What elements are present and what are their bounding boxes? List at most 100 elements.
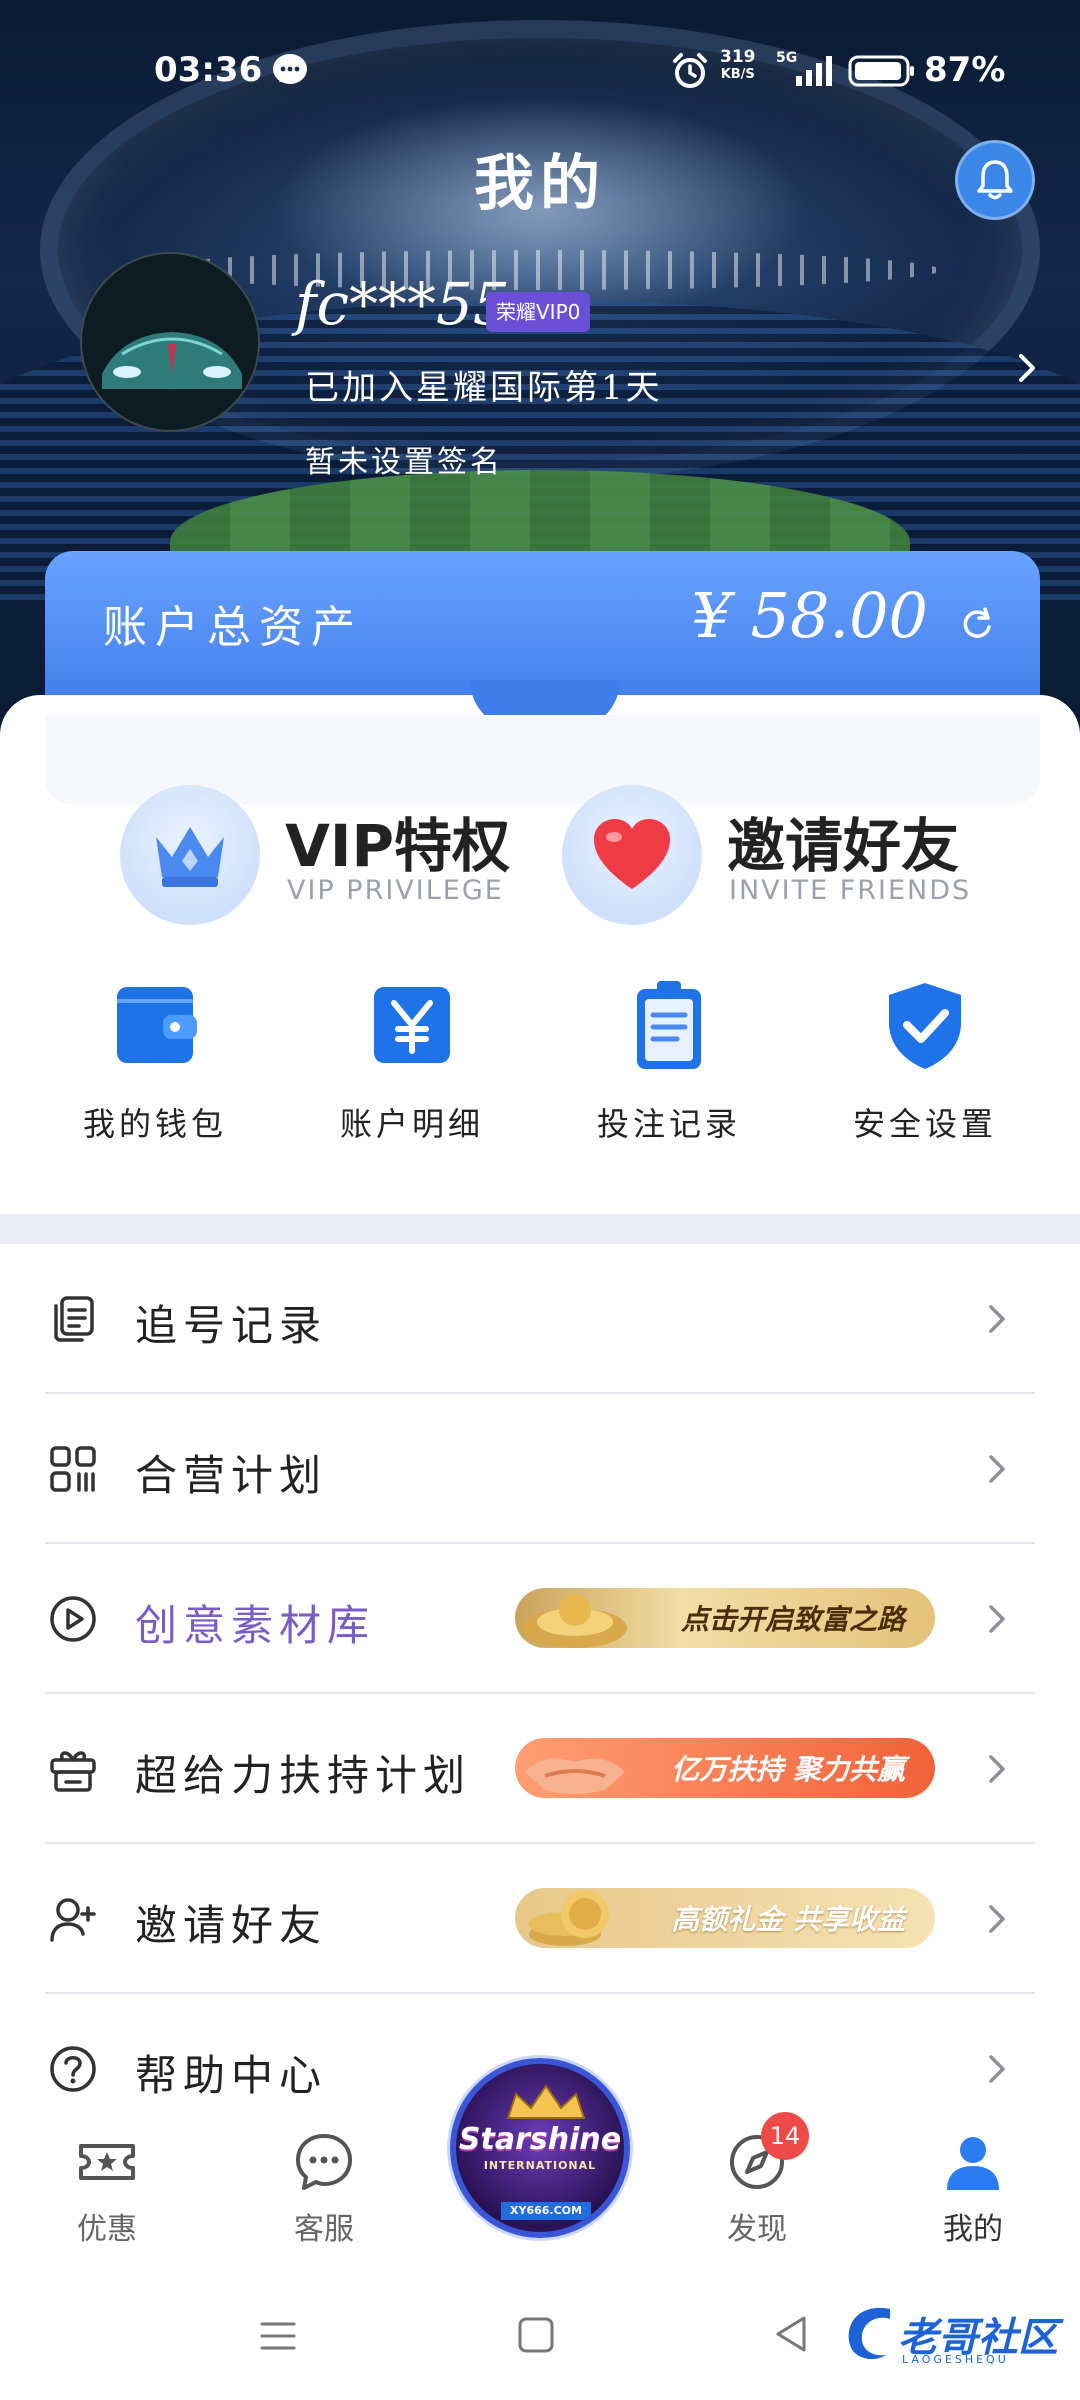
menu-item-invite-friends[interactable]: 邀请好友 高额礼金 共享收益 bbox=[0, 1844, 1080, 1994]
car-avatar-image bbox=[102, 332, 242, 389]
username: fc***55 bbox=[295, 270, 510, 338]
tab-label: 我的 bbox=[943, 2212, 1003, 2247]
heart-icon bbox=[594, 819, 670, 889]
vip-privilege-button[interactable]: VIP特权 VIP PRIVILEGE bbox=[120, 785, 520, 925]
tab-customer-service[interactable]: 客服 bbox=[244, 2130, 404, 2248]
refresh-icon[interactable] bbox=[957, 603, 997, 643]
menu-item-partnership-plan[interactable]: 合营计划 bbox=[0, 1394, 1080, 1544]
vip-privilege-title: VIP特权 bbox=[285, 812, 510, 880]
quick-action-label: 安全设置 bbox=[852, 1105, 997, 1143]
menu-item-creative-library[interactable]: 创意素材库 点击开启致富之路 bbox=[0, 1544, 1080, 1694]
wallet-icon bbox=[117, 987, 197, 1063]
signature-text: 暂未设置签名 bbox=[305, 445, 503, 480]
network-speed-value: 319 bbox=[720, 47, 756, 67]
promo-banner-support[interactable]: 亿万扶持 聚力共赢 bbox=[515, 1738, 935, 1798]
battery-icon bbox=[848, 55, 914, 87]
tab-promotions[interactable]: 优惠 bbox=[27, 2130, 187, 2248]
total-assets-value: ¥ 58.00 bbox=[691, 579, 928, 652]
joined-days-text: 已加入星耀国际第1天 bbox=[305, 368, 663, 408]
tab-mine[interactable]: 我的 bbox=[893, 2130, 1053, 2248]
clipboard-icon bbox=[637, 981, 701, 1069]
avatar[interactable] bbox=[80, 252, 260, 432]
shield-icon bbox=[889, 983, 961, 1069]
vip-badge: 荣耀VIP0 bbox=[486, 292, 591, 332]
invite-friends-button[interactable]: 邀请好友 INVITE FRIENDS bbox=[562, 785, 982, 925]
battery-percent: 87% bbox=[924, 50, 1006, 90]
network-speed-unit: KB/S bbox=[720, 67, 755, 82]
menu-item-chase-records[interactable]: 追号记录 bbox=[0, 1244, 1080, 1394]
help-icon bbox=[50, 2046, 96, 2092]
yen-icon bbox=[374, 987, 450, 1063]
quick-action-label: 投注记录 bbox=[596, 1105, 741, 1143]
invite-friends-subtitle: INVITE FRIENDS bbox=[729, 875, 972, 906]
brand-name: Starshine bbox=[458, 2122, 622, 2157]
menu-item-label: 创意素材库 bbox=[135, 1601, 376, 1650]
message-icon bbox=[273, 54, 307, 84]
quick-action-wallet[interactable]: 我的钱包 bbox=[55, 975, 255, 1145]
chevron-right-icon bbox=[989, 2055, 1005, 2083]
chat-bubble-icon bbox=[296, 2134, 352, 2190]
notification-button[interactable] bbox=[955, 140, 1035, 220]
quick-action-label: 我的钱包 bbox=[82, 1105, 227, 1143]
promo-banner-text: 亿万扶持 聚力共赢 bbox=[671, 1753, 905, 1786]
promo-banner-bonus[interactable]: 高额礼金 共享收益 bbox=[515, 1888, 935, 1948]
menu-icon[interactable] bbox=[258, 2316, 298, 2356]
total-assets-label: 账户总资产 bbox=[103, 602, 363, 653]
chevron-right-icon[interactable] bbox=[1015, 350, 1039, 386]
handshake-icon bbox=[525, 1758, 625, 1794]
vip-privilege-subtitle: VIP PRIVILEGE bbox=[287, 875, 504, 906]
page-title: 我的 bbox=[474, 149, 606, 219]
tab-label: 发现 bbox=[727, 2212, 787, 2247]
menu-item-support-plan[interactable]: 超给力扶持计划 亿万扶持 聚力共赢 bbox=[0, 1694, 1080, 1844]
promo-banner-text: 点击开启致富之路 bbox=[680, 1603, 905, 1636]
center-brand-button[interactable]: Starshine INTERNATIONAL XY666.COM bbox=[450, 2058, 630, 2238]
chevron-right-icon bbox=[989, 1905, 1005, 1933]
section-divider bbox=[0, 1214, 1080, 1244]
promo-banner-text: 高额礼金 共享收益 bbox=[671, 1903, 905, 1936]
dragon-icon bbox=[848, 2307, 890, 2360]
watermark-logo: 老哥社区 LAOGESHEQU bbox=[840, 2295, 1070, 2375]
home-icon[interactable] bbox=[517, 2316, 555, 2354]
crown-logo-icon bbox=[506, 2084, 586, 2119]
bell-icon bbox=[977, 160, 1013, 200]
heart-badge bbox=[562, 785, 702, 925]
menu-item-label: 超给力扶持计划 bbox=[135, 1751, 472, 1800]
menu-item-label: 追号记录 bbox=[135, 1301, 328, 1350]
invite-friends-title: 邀请好友 bbox=[727, 812, 960, 880]
crown-icon bbox=[156, 827, 224, 887]
gold-ingot-icon bbox=[523, 1594, 627, 1648]
status-bar: 03:36 319 KB/S 5G 87% bbox=[0, 40, 1080, 104]
status-time: 03:36 bbox=[154, 50, 263, 90]
gift-icon bbox=[50, 1751, 96, 1792]
quick-action-bet-records[interactable]: 投注记录 bbox=[569, 975, 769, 1145]
grid-icon bbox=[50, 1446, 96, 1492]
chevron-right-icon bbox=[989, 1305, 1005, 1333]
tab-label: 优惠 bbox=[77, 2212, 137, 2247]
network-speed: 319 KB/S bbox=[720, 48, 756, 84]
menu-item-label: 帮助中心 bbox=[135, 2051, 328, 2100]
vip-crown-badge bbox=[120, 785, 260, 925]
signal-icon bbox=[796, 56, 832, 86]
discover-badge: 14 bbox=[761, 2112, 809, 2160]
add-user-icon bbox=[50, 1898, 96, 1942]
quick-action-account-details[interactable]: 账户明细 bbox=[312, 975, 512, 1145]
brand-domain: XY666.COM bbox=[501, 2202, 591, 2220]
chevron-right-icon bbox=[989, 1755, 1005, 1783]
user-icon bbox=[947, 2137, 999, 2190]
chevron-right-icon bbox=[989, 1605, 1005, 1633]
stadium-lights bbox=[140, 250, 940, 290]
menu-item-label: 合营计划 bbox=[135, 1451, 328, 1500]
quick-action-security-settings[interactable]: 安全设置 bbox=[825, 975, 1025, 1145]
tab-discover[interactable]: 发现 bbox=[677, 2130, 837, 2248]
promo-banner-wealth[interactable]: 点击开启致富之路 bbox=[515, 1588, 935, 1648]
play-circle-icon bbox=[50, 1596, 96, 1642]
quick-action-label: 账户明细 bbox=[339, 1105, 484, 1143]
watermark-subtext: LAOGESHEQU bbox=[902, 2353, 1009, 2366]
copy-list-icon bbox=[54, 1296, 94, 1342]
chevron-right-icon bbox=[989, 1455, 1005, 1483]
menu-item-label: 邀请好友 bbox=[135, 1901, 328, 1950]
coin-stack-icon bbox=[529, 1890, 609, 1946]
back-icon[interactable] bbox=[772, 2314, 812, 2354]
ticket-icon bbox=[79, 2144, 135, 2180]
brand-subtitle: INTERNATIONAL bbox=[483, 2159, 597, 2172]
